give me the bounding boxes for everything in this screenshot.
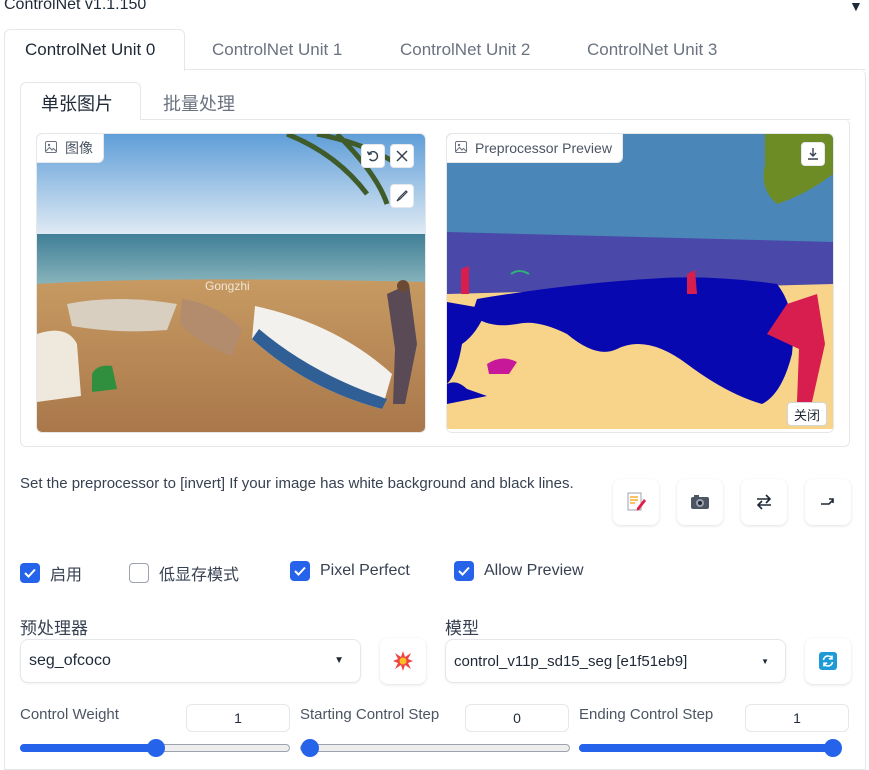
edit-document-icon <box>627 492 646 511</box>
checkbox-label: Pixel Perfect <box>320 562 410 579</box>
explosion-icon <box>393 651 413 671</box>
preview-label: Preprocessor Preview <box>447 134 623 163</box>
beach-photo: Gongzhi <box>37 134 425 432</box>
tab-single-image[interactable]: 单张图片 <box>41 90 113 116</box>
model-label: 模型 <box>445 619 479 638</box>
checkbox-checked-icon[interactable] <box>290 561 310 581</box>
refresh-icon <box>819 652 837 670</box>
camera-icon <box>691 495 709 509</box>
mirror-webcam-button[interactable] <box>741 479 787 525</box>
close-preview-button[interactable]: 关闭 <box>787 402 827 426</box>
tab-controlnet-unit-3[interactable]: ControlNet Unit 3 <box>587 40 717 60</box>
close-icon[interactable] <box>390 144 414 168</box>
model-select[interactable]: control_v11p_sd15_seg [e1f51eb9] ▼ <box>445 639 786 683</box>
ending-step-slider[interactable] <box>579 739 842 757</box>
model-value: control_v11p_sd15_seg [e1f51eb9] <box>454 652 688 670</box>
image-label-text: 图像 <box>65 140 93 156</box>
create-canvas-button[interactable] <box>613 479 659 525</box>
segmentation-map <box>447 134 833 432</box>
slider-fill <box>579 744 832 752</box>
slider-thumb[interactable] <box>301 739 319 757</box>
ending-step-label: Ending Control Step <box>579 706 714 723</box>
dropdown-caret-icon: ▼ <box>334 655 344 666</box>
checkbox-label: Allow Preview <box>484 562 584 579</box>
webcam-button[interactable] <box>677 479 723 525</box>
image-label: 图像 <box>37 134 104 163</box>
checkbox-pixel-perfect[interactable]: Pixel Perfect <box>290 561 410 581</box>
checkbox-low-vram[interactable]: 低显存模式 <box>129 561 239 585</box>
starting-step-label: Starting Control Step <box>300 706 440 723</box>
swap-arrows-icon <box>756 494 772 510</box>
checkbox-label: 启用 <box>50 567 83 584</box>
download-icon[interactable] <box>801 142 825 166</box>
dropdown-caret-icon: ▼ <box>761 657 769 666</box>
checkbox-checked-icon[interactable] <box>454 561 474 581</box>
panel-title: ControlNet v1.1.150 <box>4 0 147 13</box>
corner-arrow-icon <box>821 498 834 505</box>
send-dimensions-button[interactable] <box>805 479 851 525</box>
preprocessor-value: seg_ofcoco <box>29 652 111 669</box>
slider-fill <box>20 744 155 752</box>
tab-controlnet-unit-0[interactable]: ControlNet Unit 0 <box>25 40 155 60</box>
checkbox-unchecked-icon[interactable] <box>129 563 149 583</box>
checkbox-label: 低显存模式 <box>159 567 240 584</box>
checkbox-allow-preview[interactable]: Allow Preview <box>454 561 584 581</box>
brush-icon[interactable] <box>390 184 414 208</box>
preprocessor-select[interactable]: seg_ofcoco ▼ <box>20 639 361 683</box>
image-upload-area[interactable]: Gongzhi 图像 <box>36 133 426 433</box>
preprocessor-preview: Preprocessor Preview 关闭 <box>446 133 834 433</box>
image-icon <box>455 140 467 156</box>
undo-icon[interactable] <box>361 144 385 168</box>
control-weight-label: Control Weight <box>20 706 119 723</box>
tab-controlnet-unit-1[interactable]: ControlNet Unit 1 <box>212 40 342 60</box>
control-weight-input[interactable]: 1 <box>186 704 290 732</box>
ending-step-input[interactable]: 1 <box>745 704 849 732</box>
tab-controlnet-unit-2[interactable]: ControlNet Unit 2 <box>400 40 530 60</box>
slider-thumb[interactable] <box>824 739 842 757</box>
watermark-text: Gongzhi <box>205 279 250 293</box>
collapse-arrow-icon[interactable]: ▼ <box>849 0 863 14</box>
run-preprocessor-button[interactable] <box>380 638 426 684</box>
preview-label-text: Preprocessor Preview <box>475 140 612 156</box>
control-weight-slider[interactable] <box>20 739 290 757</box>
starting-step-input[interactable]: 0 <box>465 704 569 732</box>
preprocessor-hint: Set the preprocessor to [invert] If your… <box>20 475 574 492</box>
image-icon <box>45 140 57 156</box>
checkbox-checked-icon[interactable] <box>20 563 40 583</box>
slider-thumb[interactable] <box>147 739 165 757</box>
refresh-models-button[interactable] <box>805 638 851 684</box>
tab-batch[interactable]: 批量处理 <box>163 90 235 116</box>
starting-step-slider[interactable] <box>300 739 570 757</box>
checkbox-enable[interactable]: 启用 <box>20 561 82 585</box>
preprocessor-label: 预处理器 <box>20 619 88 638</box>
